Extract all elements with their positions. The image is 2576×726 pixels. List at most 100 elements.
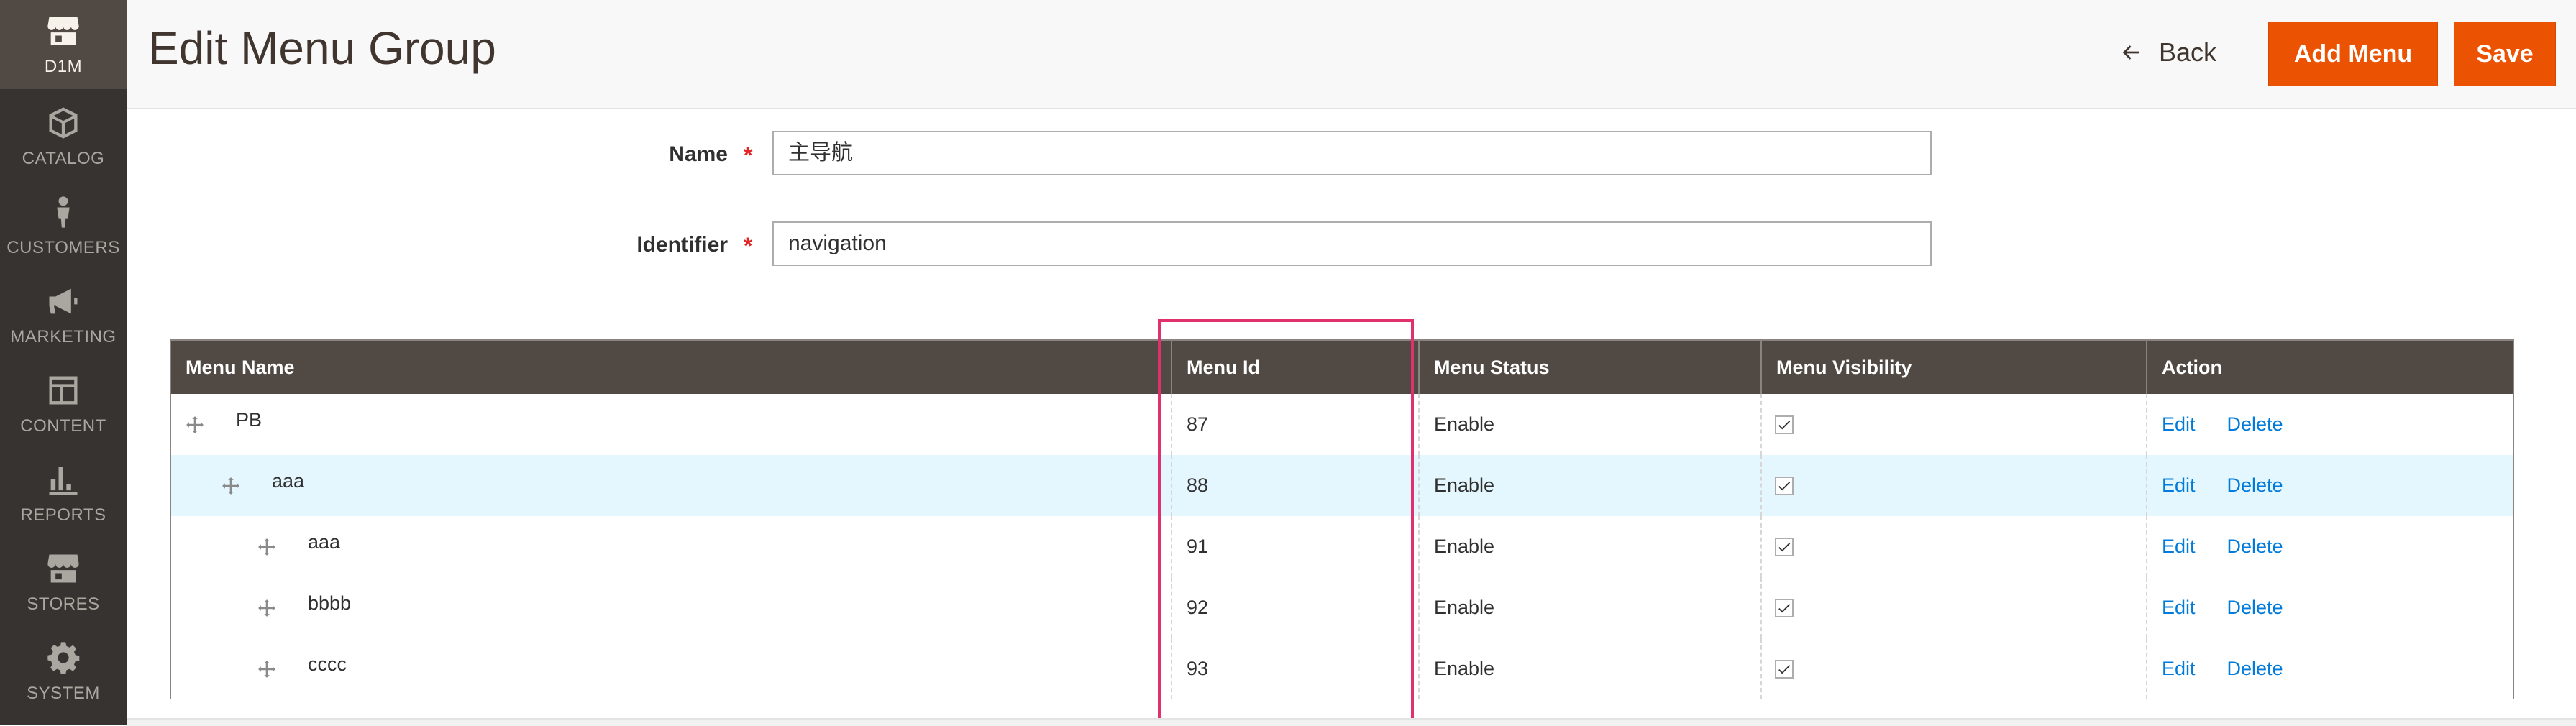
edit-link[interactable]: Edit	[2162, 413, 2196, 436]
menu-id-cell: 91	[1172, 516, 1420, 577]
sidebar-item-label: REPORTS	[20, 505, 106, 525]
table-row: cccc 93 Enable Edit Delete	[171, 638, 2513, 699]
sidebar-item-customers[interactable]: CUSTOMERS	[0, 181, 127, 270]
drag-move-icon[interactable]	[186, 415, 204, 434]
menu-id-cell: 92	[1172, 577, 1420, 638]
menu-visibility-cell	[1762, 577, 2147, 638]
menu-name: bbbb	[308, 592, 352, 614]
action-cell: Edit Delete	[2147, 638, 2513, 699]
table-row: aaa 88 Enable Edit Delete	[171, 455, 2513, 516]
menu-grid: Menu Name Menu Id Menu Status Menu Visib…	[170, 339, 2514, 699]
sidebar-item-label: CATALOG	[22, 149, 105, 168]
delete-link[interactable]: Delete	[2227, 597, 2283, 619]
menu-name: aaa	[272, 470, 305, 492]
back-label: Back	[2159, 37, 2217, 67]
delete-link[interactable]: Delete	[2227, 658, 2283, 680]
table-row: bbbb 92 Enable Edit Delete	[171, 577, 2513, 638]
sidebar-item-reports[interactable]: REPORTS	[0, 449, 127, 538]
table-row: PB 87 Enable Edit Delete	[171, 394, 2513, 455]
menu-name-cell: aaa	[171, 516, 1172, 577]
box-icon	[49, 107, 78, 139]
grid-header: Menu Name Menu Id Menu Status Menu Visib…	[171, 341, 2513, 394]
menu-name-cell: PB	[171, 394, 1172, 455]
menu-status-cell: Enable	[1420, 516, 1762, 577]
menu-name-cell: aaa	[171, 455, 1172, 516]
menu-name: cccc	[308, 653, 347, 675]
menu-id-cell: 87	[1172, 394, 1420, 455]
menu-name-cell: bbbb	[171, 577, 1172, 638]
menu-visibility-cell	[1762, 394, 2147, 455]
drag-move-icon[interactable]	[221, 477, 240, 495]
sidebar-item-system[interactable]: SYSTEM	[0, 627, 127, 716]
delete-link[interactable]: Delete	[2227, 474, 2283, 497]
admin-sidebar: D1M CATALOG CUSTOMERS MARKETING CONTENT …	[0, 0, 127, 725]
sidebar-item-label: STORES	[27, 594, 100, 614]
store-icon	[47, 554, 79, 583]
megaphone-icon	[49, 288, 78, 314]
sidebar-item-marketing[interactable]: MARKETING	[0, 270, 127, 359]
checkmark-icon	[1778, 603, 1791, 612]
sidebar-item-label: CUSTOMERS	[6, 238, 120, 257]
sidebar-item-catalog[interactable]: CATALOG	[0, 92, 127, 181]
required-marker: *	[744, 233, 753, 259]
visibility-checkbox[interactable]	[1775, 415, 1794, 434]
sidebar-item-d1m[interactable]: D1M	[0, 0, 127, 89]
edit-link[interactable]: Edit	[2162, 536, 2196, 558]
visibility-checkbox[interactable]	[1775, 476, 1794, 495]
save-button[interactable]: Save	[2454, 22, 2556, 86]
add-menu-button[interactable]: Add Menu	[2268, 22, 2438, 86]
checkmark-icon	[1778, 542, 1791, 551]
menu-name-cell: cccc	[171, 638, 1172, 699]
menu-status-cell: Enable	[1420, 638, 1762, 699]
page-header: Edit Menu Group Back Add Menu Save	[127, 0, 2576, 109]
action-cell: Edit Delete	[2147, 394, 2513, 455]
column-header-action: Action	[2162, 356, 2222, 378]
column-header-menu-status: Menu Status	[1420, 341, 1762, 394]
menu-visibility-cell	[1762, 516, 2147, 577]
checkmark-icon	[1778, 664, 1791, 674]
grid-body: PB 87 Enable Edit Delete aaa 88 Enable Edit Delet…	[171, 394, 2513, 699]
delete-link[interactable]: Delete	[2227, 536, 2283, 558]
sidebar-item-label: CONTENT	[20, 416, 106, 436]
action-cell: Edit Delete	[2147, 455, 2513, 516]
sidebar-item-label: D1M	[44, 57, 83, 76]
drag-move-icon[interactable]	[257, 599, 276, 617]
menu-id-cell: 88	[1172, 455, 1420, 516]
visibility-checkbox[interactable]	[1775, 659, 1794, 679]
sidebar-item-content[interactable]: CONTENT	[0, 359, 127, 449]
page-bottom-edge	[127, 718, 2576, 726]
required-marker: *	[744, 142, 753, 168]
menu-name: PB	[236, 409, 262, 431]
menu-status-cell: Enable	[1420, 577, 1762, 638]
identifier-label: Identifier	[636, 233, 728, 257]
action-cell: Edit Delete	[2147, 516, 2513, 577]
menu-visibility-cell	[1762, 455, 2147, 516]
sidebar-item-label: MARKETING	[10, 327, 117, 346]
name-field[interactable]: 主导航	[772, 131, 1932, 175]
arrow-left-icon	[2122, 45, 2139, 60]
edit-link[interactable]: Edit	[2162, 474, 2196, 497]
table-row: aaa 91 Enable Edit Delete	[171, 516, 2513, 577]
bar-chart-icon	[49, 467, 78, 495]
identifier-field[interactable]: navigation	[772, 221, 1932, 266]
menu-id-cell: 93	[1172, 638, 1420, 699]
back-button[interactable]: Back	[2119, 29, 2216, 76]
name-label: Name	[669, 142, 728, 166]
menu-status-cell: Enable	[1420, 394, 1762, 455]
drag-move-icon[interactable]	[257, 660, 276, 679]
delete-link[interactable]: Delete	[2227, 413, 2283, 436]
checkmark-icon	[1778, 481, 1791, 490]
sidebar-item-label: SYSTEM	[27, 684, 100, 703]
drag-move-icon[interactable]	[257, 538, 276, 556]
gear-icon	[47, 642, 80, 674]
visibility-checkbox[interactable]	[1775, 537, 1794, 556]
person-icon	[57, 196, 70, 228]
store-icon	[47, 17, 79, 45]
edit-link[interactable]: Edit	[2162, 658, 2196, 680]
sidebar-item-stores[interactable]: STORES	[0, 538, 127, 627]
edit-link[interactable]: Edit	[2162, 597, 2196, 619]
action-cell: Edit Delete	[2147, 577, 2513, 638]
visibility-checkbox[interactable]	[1775, 598, 1794, 617]
checkmark-icon	[1778, 420, 1791, 429]
column-header-menu-visibility: Menu Visibility	[1762, 341, 2147, 394]
